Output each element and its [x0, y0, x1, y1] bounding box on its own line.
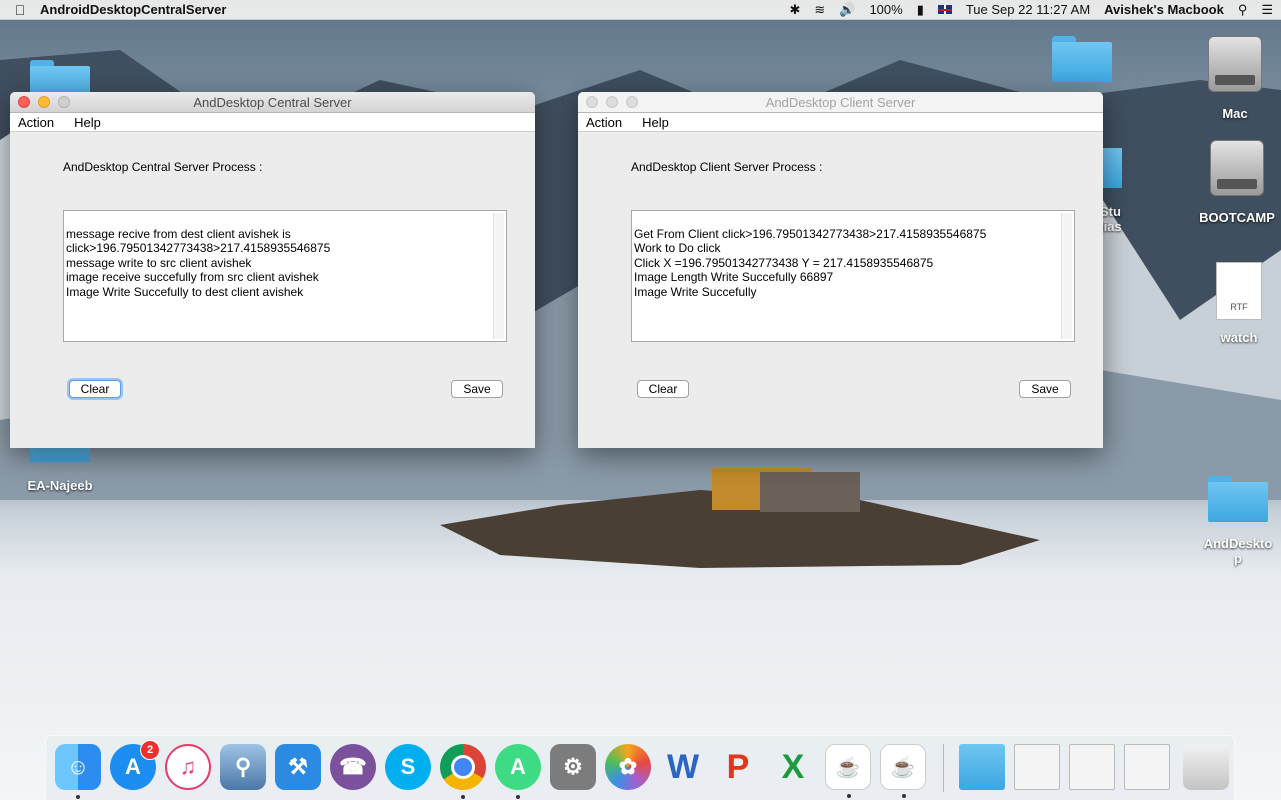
menu-action[interactable]: Action	[18, 115, 54, 130]
viber-icon[interactable]: ☎	[330, 744, 376, 790]
android-studio-icon[interactable]: A	[495, 744, 541, 799]
window-titlebar[interactable]: AndDesktop Central Server	[10, 92, 535, 113]
battery-icon[interactable]: ▮	[917, 2, 924, 18]
input-source-flag-icon[interactable]	[937, 5, 952, 14]
log-scrollbar[interactable]	[493, 213, 504, 339]
zoom-icon[interactable]	[626, 96, 638, 108]
system-preferences-icon[interactable]: ⚙	[550, 744, 596, 790]
running-indicator	[461, 795, 465, 799]
word-icon[interactable]: W	[660, 744, 706, 790]
window-menu-bar: Action Help	[10, 113, 535, 132]
chrome-icon[interactable]	[440, 744, 486, 799]
close-icon[interactable]	[586, 96, 598, 108]
preview-icon[interactable]: ⚲	[220, 744, 266, 790]
process-label: AndDesktop Client Server Process :	[631, 160, 823, 174]
user-name[interactable]: Avishek's Macbook	[1104, 2, 1224, 17]
minimize-icon[interactable]	[606, 96, 618, 108]
xcode-icon[interactable]: ⚒	[275, 744, 321, 790]
client-server-window: AndDesktop Client Server Action Help And…	[578, 92, 1103, 448]
desktop-icon-bootcamp[interactable]: BOOTCAMP	[1196, 140, 1278, 225]
finder-icon[interactable]: ☺	[55, 744, 101, 799]
desktop-icon-label: Mac	[1222, 106, 1248, 121]
desktop-icon-label: Stu	[1100, 204, 1121, 219]
log-scrollbar[interactable]	[1061, 213, 1072, 339]
menu-help[interactable]: Help	[74, 115, 101, 130]
window-titlebar[interactable]: AndDesktop Client Server	[578, 92, 1103, 113]
rtf-document-icon: RTF	[1216, 262, 1262, 320]
desktop-icon-watch[interactable]: RTF watch	[1204, 262, 1274, 345]
clear-button[interactable]: Clear	[69, 380, 121, 398]
desktop-icon-partial[interactable]: Stu lias	[1100, 148, 1130, 234]
window-thumbnail-icon[interactable]	[1124, 744, 1170, 790]
desktop-icon-anddesktop[interactable]: AndDesktop	[1200, 476, 1276, 566]
folder-icon	[1208, 476, 1268, 522]
window-thumbnail-icon[interactable]	[1069, 744, 1115, 790]
apple-menu-icon[interactable]: 	[0, 2, 40, 18]
bluetooth-icon[interactable]: ✱	[789, 2, 800, 18]
central-server-window: AndDesktop Central Server Action Help An…	[10, 92, 535, 448]
window-title: AndDesktop Central Server	[193, 94, 352, 110]
dock: ☺ A2 ♫ ⚲ ⚒ ☎ S A ⚙ ✿ W P X ☕ ☕	[45, 735, 1235, 800]
itunes-icon[interactable]: ♫	[165, 744, 211, 790]
running-indicator	[902, 794, 906, 798]
powerpoint-icon[interactable]: P	[715, 744, 761, 790]
log-text: message recive from dest client avishek …	[66, 227, 331, 299]
desktop-icon-mac[interactable]: Mac	[1200, 36, 1270, 121]
close-icon[interactable]	[18, 96, 30, 108]
battery-percent[interactable]: 100%	[869, 2, 902, 17]
menu-action[interactable]: Action	[586, 115, 622, 130]
skype-icon[interactable]: S	[385, 744, 431, 790]
photos-icon[interactable]: ✿	[605, 744, 651, 790]
minimize-icon[interactable]	[38, 96, 50, 108]
desktop-icon-label: watch	[1220, 330, 1258, 345]
desktop-icon-label: lias	[1100, 219, 1122, 234]
desktop-icon-label: EA-Najeeb	[27, 478, 93, 493]
menubar-status-area: ✱ ≋ 🔊 100% ▮ Tue Sep 22 11:27 AM Avishek…	[789, 2, 1281, 18]
menubar:  AndroidDesktopCentralServer ✱ ≋ 🔊 100%…	[0, 0, 1281, 20]
window-controls	[586, 96, 638, 108]
running-indicator	[76, 795, 80, 799]
spotlight-search-icon[interactable]: ⚲	[1238, 2, 1248, 18]
desktop-icon-label: AndDesktop	[1203, 536, 1273, 566]
volume-icon[interactable]: 🔊	[839, 2, 855, 18]
clock[interactable]: Tue Sep 22 11:27 AM	[966, 2, 1090, 17]
folder-icon	[1100, 148, 1122, 188]
app-store-badge: 2	[140, 740, 160, 760]
hard-drive-icon	[1208, 36, 1262, 92]
save-button[interactable]: Save	[451, 380, 503, 398]
desktop-folder-top[interactable]	[1050, 36, 1114, 82]
excel-icon[interactable]: X	[770, 744, 816, 790]
clear-button[interactable]: Clear	[637, 380, 689, 398]
downloads-folder-icon[interactable]	[959, 744, 1005, 790]
folder-icon	[1052, 36, 1112, 82]
hard-drive-icon	[1210, 140, 1264, 196]
trash-icon[interactable]	[1183, 744, 1229, 790]
menu-help[interactable]: Help	[642, 115, 669, 130]
log-text: Get From Client click>196.79501342773438…	[634, 227, 987, 299]
wifi-icon[interactable]: ≋	[814, 2, 825, 18]
zoom-icon[interactable]	[58, 96, 70, 108]
window-title: AndDesktop Client Server	[765, 94, 916, 110]
notification-center-icon[interactable]: ☰	[1261, 2, 1273, 18]
window-menu-bar: Action Help	[578, 113, 1103, 132]
running-indicator	[847, 794, 851, 798]
window-controls	[18, 96, 70, 108]
window-thumbnail-icon[interactable]	[1014, 744, 1060, 790]
dock-separator	[943, 744, 944, 792]
app-store-icon[interactable]: A2	[110, 740, 160, 790]
running-indicator	[516, 795, 520, 799]
java-icon[interactable]: ☕	[825, 744, 871, 798]
active-app-name[interactable]: AndroidDesktopCentralServer	[40, 2, 226, 17]
process-label: AndDesktop Central Server Process :	[63, 160, 263, 174]
log-textarea[interactable]: message recive from dest client avishek …	[63, 210, 507, 342]
save-button[interactable]: Save	[1019, 380, 1071, 398]
desktop-icon-label: BOOTCAMP	[1199, 210, 1275, 225]
java-icon[interactable]: ☕	[880, 744, 926, 798]
log-textarea[interactable]: Get From Client click>196.79501342773438…	[631, 210, 1075, 342]
